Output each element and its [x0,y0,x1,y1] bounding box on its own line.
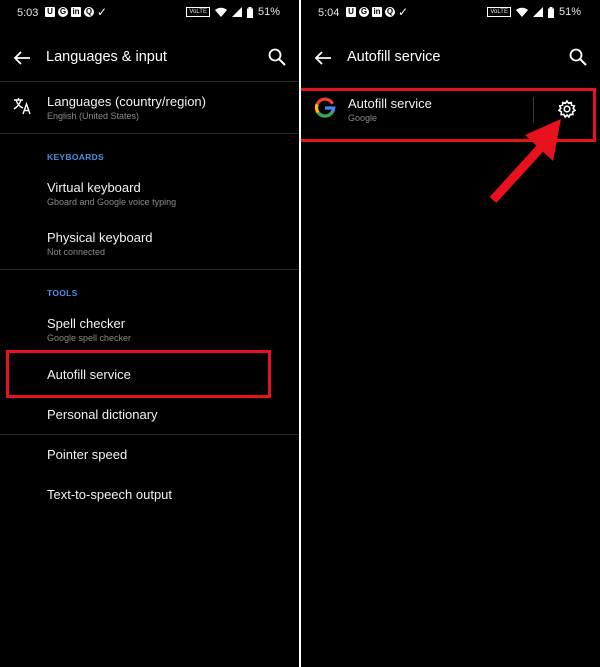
languages-label: Languages (country/region) [47,94,206,109]
spell-checker-label: Spell checker [47,316,126,331]
tts-output-item[interactable]: Text-to-speech output [0,480,299,514]
notification-icons: U G in Q ✓ [346,5,409,19]
system-icons: VoLTE 51% [487,6,581,18]
signal-icon [231,7,242,17]
battery-icon [246,6,253,18]
languages-sub: English (United States) [47,111,140,121]
physical-keyboard-label: Physical keyboard [47,230,153,245]
notif-icon-check: ✓ [398,5,409,19]
divider [0,81,299,82]
tools-header: TOOLS [47,288,78,298]
notif-icon-g: G [58,7,68,17]
notif-icon-u: U [45,7,55,17]
highlight-box [6,350,271,398]
page-title: Languages & input [46,49,167,65]
virtual-keyboard-item[interactable]: Virtual keyboard Gboard and Google voice… [0,174,299,214]
battery-percent: 51% [257,6,280,18]
languages-item[interactable]: Languages (country/region) English (Unit… [0,88,299,130]
translate-icon [13,98,31,115]
back-arrow-icon[interactable] [12,48,32,68]
notif-icon-q: Q [385,7,395,17]
wifi-icon [515,7,528,17]
languages-input-screen: 5:03 U G in Q ✓ VoLTE 51% Languages & in… [0,0,299,667]
search-icon[interactable] [568,47,588,67]
keyboards-header: KEYBOARDS [47,152,105,162]
status-bar: 5:03 U G in Q ✓ VoLTE 51% [0,0,299,26]
tts-output-label: Text-to-speech output [47,487,173,502]
status-time: 5:04 [318,7,340,19]
divider [0,434,299,435]
battery-percent: 51% [558,6,581,18]
wifi-icon [214,7,227,17]
virtual-keyboard-sub: Gboard and Google voice typing [47,197,177,207]
pointer-speed-item[interactable]: Pointer speed [0,440,299,474]
notif-icon-check: ✓ [97,5,108,19]
spell-checker-sub: Google spell checker [47,333,132,343]
battery-icon [547,6,554,18]
divider [0,269,299,270]
notif-icon-u: U [346,7,356,17]
notif-icon-linkedin: in [71,7,81,17]
status-bar: 5:04 U G in Q ✓ VoLTE 51% [301,0,600,26]
annotation-arrow [489,119,561,204]
page-title: Autofill service [347,49,441,65]
autofill-service-screen: 5:04 U G in Q ✓ VoLTE 51% Autofill servi… [301,0,600,667]
spell-checker-item[interactable]: Spell checker Google spell checker [0,310,299,350]
back-arrow-icon[interactable] [313,48,333,68]
system-icons: VoLTE 51% [186,6,280,18]
personal-dictionary-label: Personal dictionary [47,407,158,422]
volte-icon: VoLTE [487,7,511,17]
app-bar: Autofill service [301,36,600,80]
physical-keyboard-item[interactable]: Physical keyboard Not connected [0,224,299,264]
notif-icon-q: Q [84,7,94,17]
notification-icons: U G in Q ✓ [45,5,108,19]
notif-icon-linkedin: in [372,7,382,17]
personal-dictionary-item[interactable]: Personal dictionary [0,400,299,434]
volte-icon: VoLTE [186,7,210,17]
notif-icon-g: G [359,7,369,17]
signal-icon [532,7,543,17]
pointer-speed-label: Pointer speed [47,447,128,462]
divider [0,133,299,134]
status-time: 5:03 [17,7,39,19]
physical-keyboard-sub: Not connected [47,247,106,257]
search-icon[interactable] [267,47,287,67]
virtual-keyboard-label: Virtual keyboard [47,180,141,195]
app-bar: Languages & input [0,36,299,80]
